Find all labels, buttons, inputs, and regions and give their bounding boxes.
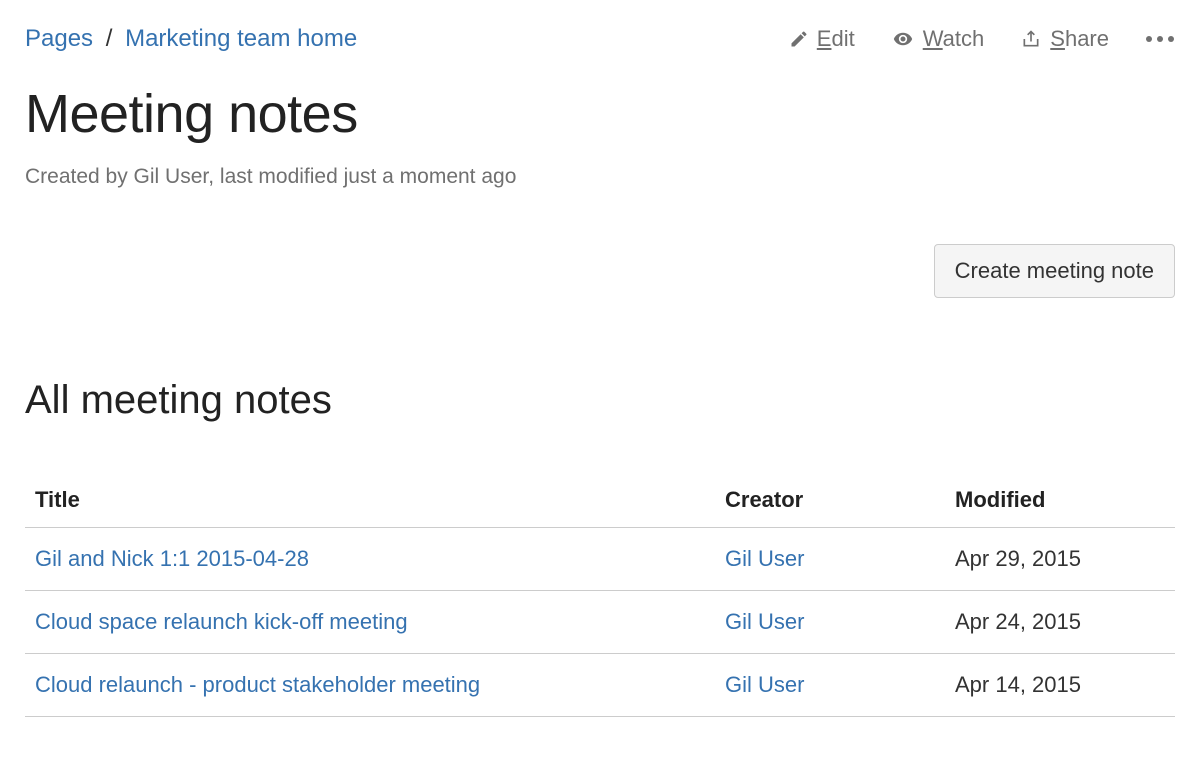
breadcrumb: Pages / Marketing team home bbox=[25, 25, 357, 53]
share-label: Share bbox=[1050, 26, 1109, 52]
create-row: Create meeting note bbox=[25, 244, 1175, 298]
header-row: Pages / Marketing team home Edit Watch S… bbox=[25, 25, 1175, 53]
breadcrumb-separator: / bbox=[106, 25, 113, 52]
watch-action[interactable]: Watch bbox=[891, 26, 985, 52]
creator-link[interactable]: Gil User bbox=[725, 609, 804, 634]
creator-link[interactable]: Gil User bbox=[725, 672, 804, 697]
table-row: Cloud relaunch - product stakeholder mee… bbox=[25, 654, 1175, 717]
page-actions: Edit Watch Share bbox=[789, 26, 1175, 52]
table-header-row: Title Creator Modified bbox=[25, 473, 1175, 528]
create-meeting-note-button[interactable]: Create meeting note bbox=[934, 244, 1175, 298]
edit-action[interactable]: Edit bbox=[789, 26, 855, 52]
col-header-title: Title bbox=[25, 473, 715, 528]
section-title: All meeting notes bbox=[25, 378, 1175, 423]
breadcrumb-root[interactable]: Pages bbox=[25, 25, 93, 52]
modified-cell: Apr 24, 2015 bbox=[945, 591, 1175, 654]
edit-label: Edit bbox=[817, 26, 855, 52]
modified-cell: Apr 14, 2015 bbox=[945, 654, 1175, 717]
table-row: Gil and Nick 1:1 2015-04-28 Gil User Apr 2… bbox=[25, 528, 1175, 591]
col-header-creator: Creator bbox=[715, 473, 945, 528]
page-byline: Created by Gil User, last modified just … bbox=[25, 165, 1175, 189]
note-title-link[interactable]: Cloud space relaunch kick-off meeting bbox=[35, 609, 408, 634]
eye-icon bbox=[891, 29, 915, 49]
ellipsis-icon bbox=[1145, 35, 1175, 43]
breadcrumb-parent[interactable]: Marketing team home bbox=[125, 25, 357, 52]
share-action[interactable]: Share bbox=[1020, 26, 1109, 52]
table-row: Cloud space relaunch kick-off meeting Gil… bbox=[25, 591, 1175, 654]
note-title-link[interactable]: Gil and Nick 1:1 2015-04-28 bbox=[35, 546, 309, 571]
meeting-notes-table: Title Creator Modified Gil and Nick 1:1 … bbox=[25, 473, 1175, 717]
col-header-modified: Modified bbox=[945, 473, 1175, 528]
more-actions[interactable] bbox=[1145, 35, 1175, 43]
pencil-icon bbox=[789, 29, 809, 49]
watch-label: Watch bbox=[923, 26, 985, 52]
page-title: Meeting notes bbox=[25, 83, 1175, 145]
creator-link[interactable]: Gil User bbox=[725, 546, 804, 571]
share-icon bbox=[1020, 29, 1042, 49]
note-title-link[interactable]: Cloud relaunch - product stakeholder mee… bbox=[35, 672, 480, 697]
modified-cell: Apr 29, 2015 bbox=[945, 528, 1175, 591]
